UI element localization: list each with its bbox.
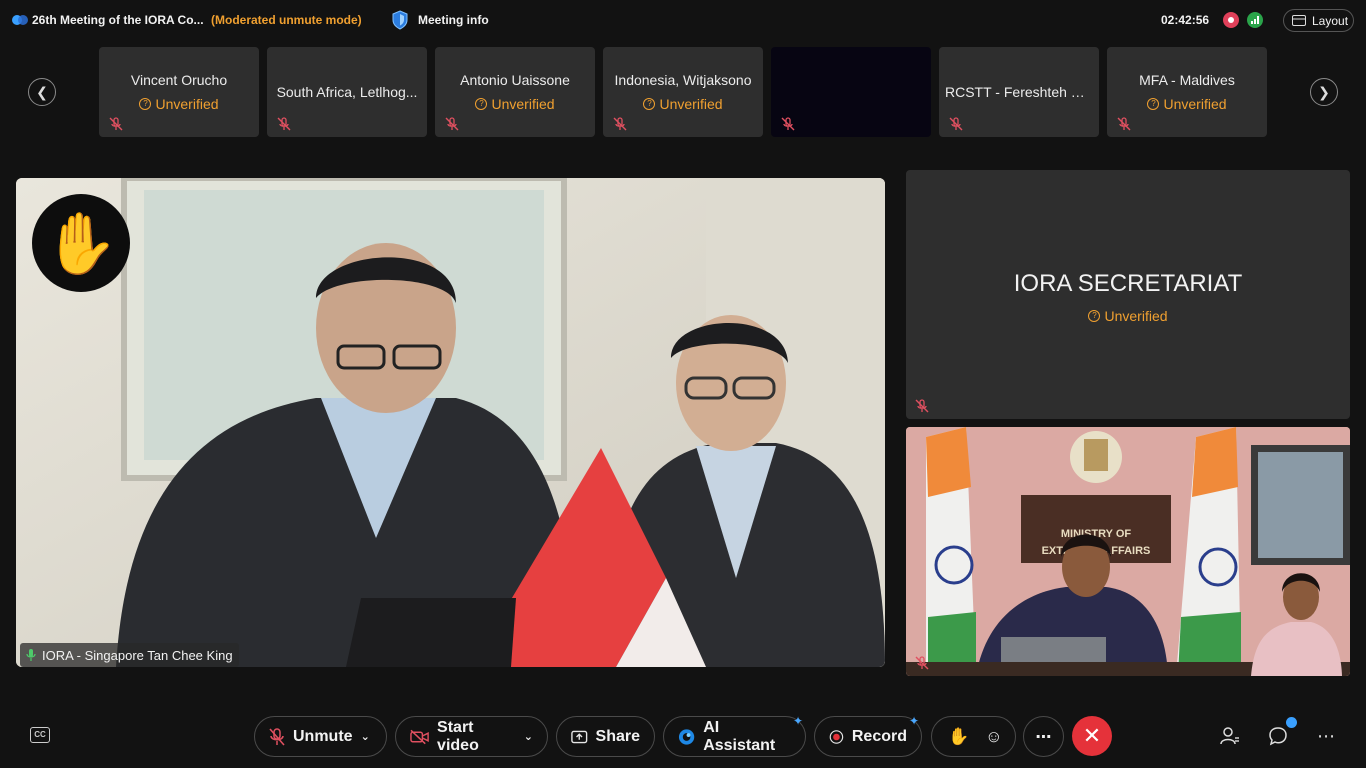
layout-label: Layout [1312, 13, 1349, 28]
reactions-group: ✋ ☺ [931, 716, 1016, 757]
participants-icon [1220, 727, 1239, 745]
chevron-down-icon[interactable]: ⌄ [361, 730, 370, 743]
share-button[interactable]: Share [556, 716, 655, 757]
chat-notification-badge [1286, 717, 1297, 728]
participant-name: RCSTT - Fereshteh M... [945, 84, 1093, 100]
start-video-label: Start video [437, 718, 479, 754]
shield-icon[interactable] [391, 10, 409, 30]
mic-muted-icon [269, 727, 285, 746]
start-video-button[interactable]: Start video ⌄ [395, 716, 548, 757]
participant-status: ? Unverified [603, 96, 763, 112]
participant-status: ? Unverified [1107, 96, 1267, 112]
chat-icon [1269, 727, 1287, 746]
mic-muted-icon [915, 399, 929, 413]
participant-video-india[interactable]: MINISTRY OF EXTERNAL AFFAIRS [906, 427, 1350, 676]
layout-button[interactable]: Layout [1283, 9, 1354, 32]
status-text: Unverified [1104, 308, 1168, 324]
unverified-icon: ? [475, 98, 488, 110]
participant-tile-video[interactable] [771, 47, 931, 137]
active-speaker-video[interactable] [16, 178, 885, 667]
mic-muted-icon [109, 117, 123, 131]
ai-assistant-icon [678, 728, 695, 745]
recording-indicator-icon[interactable] [1223, 12, 1239, 28]
participant-name: IORA SECRETARIAT [1013, 270, 1243, 297]
ai-assistant-button[interactable]: AI Assistant [663, 716, 806, 757]
participant-name: Antonio Uaissone [460, 72, 570, 88]
record-button[interactable]: Record [814, 716, 922, 757]
reactions-icon[interactable]: ☺ [985, 727, 1002, 747]
participant-tile[interactable]: Vincent Orucho ? Unverified [99, 47, 259, 137]
camera-off-icon [410, 729, 429, 744]
unverified-icon: ? [643, 98, 656, 110]
secretariat-tile[interactable]: IORA SECRETARIAT ? Unverified [906, 170, 1350, 419]
mic-muted-icon [277, 117, 291, 131]
participant-tile[interactable]: South Africa, Letlhog... [267, 47, 427, 137]
mic-muted-icon [445, 117, 459, 131]
status-text: Unverified [659, 96, 723, 112]
participant-status: ? Unverified [906, 308, 1350, 324]
network-health-icon[interactable] [1247, 12, 1263, 28]
speaker-video-frame [16, 178, 885, 667]
filmstrip-next-button[interactable]: ❯ [1310, 78, 1338, 106]
mic-muted-icon [915, 656, 929, 670]
meeting-title: 26th Meeting of the IORA Co... [32, 13, 204, 27]
participant-name: MFA - Maldives [1139, 72, 1235, 88]
sparkle-icon: ✦ [909, 714, 920, 728]
chevron-right-icon: ❯ [1318, 83, 1330, 100]
closed-captions-button[interactable]: CC [30, 727, 50, 743]
share-screen-icon [571, 730, 588, 743]
participant-name: Vincent Orucho [130, 72, 228, 88]
participants-button[interactable] [1219, 726, 1241, 748]
webex-logo-icon [12, 15, 28, 25]
unverified-icon: ? [1147, 98, 1160, 110]
more-options-button[interactable]: ⋯ [1023, 716, 1064, 757]
unmute-button[interactable]: Unmute ⌄ [254, 716, 387, 757]
participant-name: Indonesia, Witjaksono [614, 72, 752, 88]
ai-assistant-label: AI Assistant [703, 718, 776, 754]
participant-status: ? Unverified [99, 96, 259, 112]
record-icon [829, 729, 844, 744]
india-video-frame: MINISTRY OF EXTERNAL AFFAIRS [906, 427, 1350, 676]
participant-status: ? Unverified [435, 96, 595, 112]
more-panels-button[interactable]: ⋯ [1315, 726, 1337, 748]
unmute-mode-label: (Moderated unmute mode) [211, 13, 362, 27]
participant-tile[interactable]: MFA - Maldives ? Unverified [1107, 47, 1267, 137]
unverified-icon: ? [1088, 310, 1101, 322]
mic-active-icon [26, 649, 36, 661]
sparkle-icon: ✦ [793, 714, 804, 728]
meeting-timer: 02:42:56 [1161, 13, 1210, 27]
participant-tile[interactable]: Indonesia, Witjaksono ? Unverified [603, 47, 763, 137]
status-text: Unverified [155, 96, 219, 112]
participant-tile[interactable]: Antonio Uaissone ? Unverified [435, 47, 595, 137]
meeting-info-link[interactable]: Meeting info [418, 13, 489, 27]
chevron-down-icon[interactable]: ⌄ [524, 730, 533, 743]
share-label: Share [595, 727, 640, 745]
status-text: Unverified [1163, 96, 1227, 112]
more-icon: ⋯ [1317, 726, 1335, 746]
raise-hand-icon[interactable]: ✋ [948, 727, 969, 747]
speaker-name: IORA - Singapore Tan Chee King [42, 647, 233, 663]
participant-name: South Africa, Letlhog... [276, 84, 418, 100]
chevron-left-icon: ❮ [36, 83, 48, 100]
close-icon: ✕ [1082, 723, 1102, 748]
unverified-icon: ? [139, 98, 152, 110]
title-bar: 26th Meeting of the IORA Co... (Moderate… [0, 0, 1366, 40]
mic-muted-icon [949, 117, 963, 131]
layout-icon [1292, 15, 1306, 26]
mic-muted-icon [613, 117, 627, 131]
record-label: Record [851, 727, 907, 745]
chat-button[interactable] [1267, 726, 1289, 748]
mic-muted-icon [781, 117, 795, 131]
leave-meeting-button[interactable]: ✕ [1072, 716, 1112, 756]
raised-hand-badge: ✋ [32, 194, 130, 292]
mic-muted-icon [1117, 117, 1131, 131]
raised-hand-icon: ✋ [43, 209, 119, 277]
speaker-name-tag: IORA - Singapore Tan Chee King [20, 643, 239, 667]
unmute-label: Unmute [293, 727, 353, 745]
more-icon: ⋯ [1035, 728, 1052, 746]
filmstrip-prev-button[interactable]: ❮ [28, 78, 56, 106]
participant-tile[interactable]: RCSTT - Fereshteh M... [939, 47, 1099, 137]
status-text: Unverified [491, 96, 555, 112]
